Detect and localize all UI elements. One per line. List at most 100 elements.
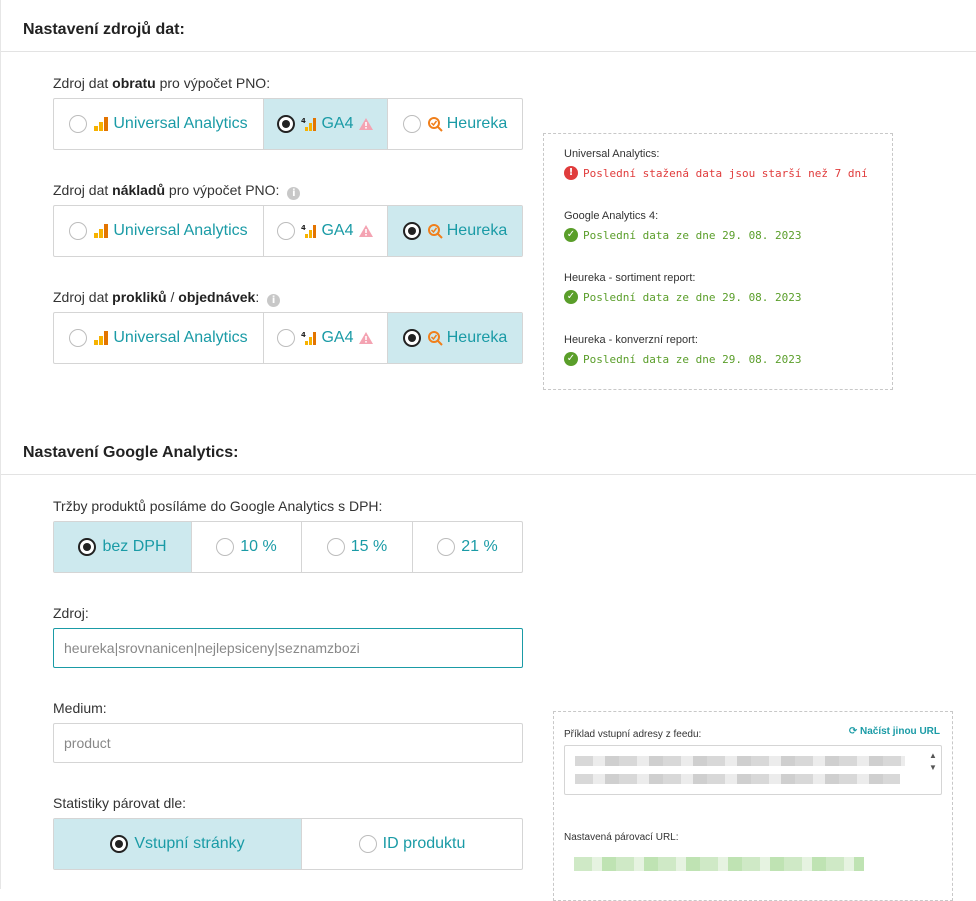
- radio-icon: [437, 538, 456, 556]
- heureka-icon: [427, 224, 443, 239]
- google-analytics-icon: [94, 224, 109, 238]
- check-icon: ✓: [564, 352, 578, 366]
- medium-input[interactable]: product: [53, 723, 523, 763]
- option-label: Heureka: [446, 222, 508, 239]
- pair-by-selector: Vstupní stránky ID produktu: [53, 818, 523, 870]
- status-text: Poslední data ze dne 29. 08. 2023: [583, 228, 802, 242]
- radio-icon: [69, 115, 88, 133]
- pair-by-label: Statistiky párovat dle:: [53, 795, 187, 811]
- blurred-url: [575, 774, 900, 784]
- revenue-option-ga4[interactable]: 4 GA4: [264, 99, 388, 149]
- radio-icon: [277, 222, 296, 240]
- label-text: Zdroj dat: [53, 289, 113, 305]
- cost-source-selector: Universal Analytics 4 GA4 Heureka: [53, 205, 523, 257]
- svg-text:4: 4: [301, 224, 306, 232]
- ga4-icon: 4: [301, 331, 317, 345]
- option-label: GA4: [321, 329, 354, 346]
- label-bold: prokliků: [112, 289, 167, 305]
- option-label: Universal Analytics: [113, 222, 248, 239]
- revenue-source-label: Zdroj dat obratu pro výpočet PNO:: [53, 75, 270, 91]
- warning-icon: [358, 332, 373, 344]
- info-icon[interactable]: i: [267, 294, 281, 307]
- heureka-icon: [427, 331, 443, 346]
- source-input[interactable]: heureka|srovnanicen|nejlepsiceny|seznamz…: [53, 628, 523, 668]
- radio-icon: [69, 329, 88, 347]
- reload-url-link[interactable]: ⟳ Načíst jinou URL: [849, 726, 940, 737]
- cost-option-heureka[interactable]: Heureka: [388, 206, 522, 256]
- option-label: bez DPH: [102, 538, 167, 555]
- radio-icon: [358, 835, 377, 853]
- clicks-option-heureka[interactable]: Heureka: [388, 313, 522, 363]
- error-icon: !: [564, 166, 578, 180]
- label-text: Zdroj dat: [53, 75, 113, 91]
- source-input-value: heureka|srovnanicen|nejlepsiceny|seznamz…: [64, 640, 360, 656]
- textarea-scrollbar[interactable]: ▲ ▼: [927, 750, 939, 792]
- label-text: pro výpočet PNO:: [155, 75, 271, 91]
- medium-label: Medium:: [53, 700, 107, 716]
- blurred-pairing-url: [574, 857, 864, 871]
- radio-icon: [402, 329, 421, 347]
- radio-icon: [277, 115, 296, 133]
- revenue-option-universal-analytics[interactable]: Universal Analytics: [54, 99, 264, 149]
- google-analytics-icon: [94, 331, 109, 345]
- data-status-panel: Universal Analytics: ! Poslední stažená d…: [543, 133, 893, 390]
- option-label: Vstupní stránky: [134, 835, 245, 852]
- radio-icon: [110, 835, 129, 853]
- clicks-option-universal-analytics[interactable]: Universal Analytics: [54, 313, 264, 363]
- revenue-option-heureka[interactable]: Heureka: [388, 99, 522, 149]
- check-icon: ✓: [564, 290, 578, 304]
- refresh-icon: ⟳: [848, 726, 858, 737]
- radio-icon: [402, 222, 421, 240]
- cost-source-label: Zdroj dat nákladů pro výpočet PNO: i: [53, 182, 301, 200]
- label-text: Zdroj dat: [53, 182, 113, 198]
- status-title: Universal Analytics:: [564, 148, 660, 160]
- heureka-icon: [427, 117, 443, 132]
- source-label: Zdroj:: [53, 605, 89, 621]
- status-title: Heureka - konverzní report:: [564, 334, 698, 346]
- google-analytics-icon: [94, 117, 109, 131]
- vat-label: Tržby produktů posíláme do Google Analyt…: [53, 498, 383, 514]
- status-title: Heureka - sortiment report:: [564, 272, 696, 284]
- vat-option-15[interactable]: 15 %: [302, 522, 413, 572]
- feed-url-textarea[interactable]: ▲ ▼: [564, 745, 942, 795]
- option-label: Universal Analytics: [113, 115, 248, 132]
- option-label: Heureka: [446, 329, 508, 346]
- clicks-option-ga4[interactable]: 4 GA4: [264, 313, 388, 363]
- ga4-icon: 4: [301, 117, 317, 131]
- cost-option-ga4[interactable]: 4 GA4: [264, 206, 388, 256]
- clicks-source-label: Zdroj dat prokliků / objednávek: i: [53, 289, 281, 307]
- pairing-url-label: Nastavená párovací URL:: [564, 832, 679, 843]
- label-bold: nákladů: [112, 182, 166, 198]
- option-label: Heureka: [446, 115, 508, 132]
- option-label: Universal Analytics: [113, 329, 248, 346]
- pair-option-product-id[interactable]: ID produktu: [302, 819, 522, 869]
- cost-option-universal-analytics[interactable]: Universal Analytics: [54, 206, 264, 256]
- section-title: Nastavení zdrojů dat:: [23, 21, 185, 38]
- section-header-google-analytics: Nastavení Google Analytics:: [1, 423, 976, 475]
- reload-url-label: Načíst jinou URL: [859, 726, 940, 737]
- status-message: ✓ Poslední data ze dne 29. 08. 2023: [564, 228, 872, 242]
- blurred-url: [575, 756, 905, 766]
- svg-text:4: 4: [301, 331, 306, 339]
- section-title: Nastavení Google Analytics:: [23, 444, 239, 461]
- label-bold: objednávek: [178, 289, 256, 305]
- radio-icon: [78, 538, 97, 556]
- radio-icon: [277, 329, 296, 347]
- check-icon: ✓: [564, 228, 578, 242]
- label-text: :: [255, 289, 260, 305]
- vat-option-10[interactable]: 10 %: [192, 522, 302, 572]
- ga4-icon: 4: [301, 224, 317, 238]
- pair-option-landing-pages[interactable]: Vstupní stránky: [54, 819, 302, 869]
- vat-option-21[interactable]: 21 %: [413, 522, 522, 572]
- vat-option-none[interactable]: bez DPH: [54, 522, 192, 572]
- radio-icon: [326, 538, 345, 556]
- label-bold: obratu: [112, 75, 156, 91]
- status-text: Poslední data ze dne 29. 08. 2023: [583, 290, 802, 304]
- status-text: Poslední stažená data jsou starší než 7 …: [583, 166, 868, 180]
- status-text: Poslední data ze dne 29. 08. 2023: [583, 352, 802, 366]
- warning-icon: [358, 118, 373, 130]
- option-label: ID produktu: [382, 835, 466, 852]
- info-icon[interactable]: i: [287, 187, 301, 200]
- option-label: 10 %: [240, 538, 277, 555]
- radio-icon: [69, 222, 88, 240]
